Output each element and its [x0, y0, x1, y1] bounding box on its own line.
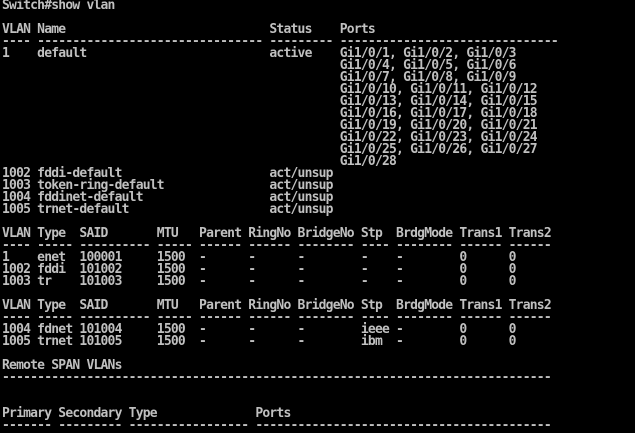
terminal-line: ------- --------- ----------------- ----…: [2, 418, 552, 433]
terminal-line: 1005 trnet 101005 1500 - - - ibm - 0 0: [2, 334, 516, 349]
command-prompt-line: Switch#show vlan: [2, 0, 115, 13]
terminal-line: 1003 tr 101003 1500 - - - - - 0 0: [2, 274, 516, 289]
terminal-line: ----------------------------------------…: [2, 370, 552, 385]
terminal-window[interactable]: Switch#show vlan VLAN Name Status Ports --…: [0, 0, 635, 433]
terminal-line: 1005 trnet-default act/unsup: [2, 202, 334, 217]
terminal-output: Switch#show vlan VLAN Name Status Ports --…: [2, 0, 559, 433]
